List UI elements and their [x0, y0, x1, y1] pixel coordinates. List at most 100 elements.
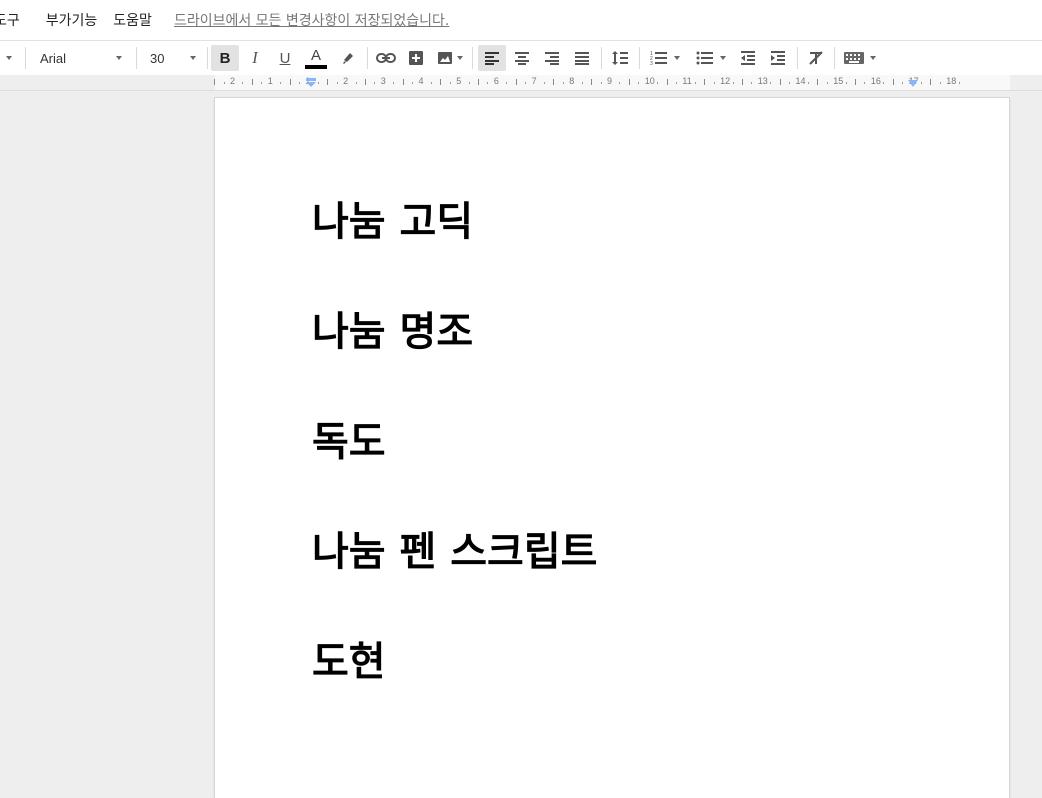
underline-icon: U: [279, 49, 291, 67]
ruler-tick: [251, 79, 253, 85]
ruler-number: 8: [569, 76, 575, 86]
document-line[interactable]: 나눔 펜 스크립트: [312, 519, 597, 577]
ruler-minor-tick: [732, 82, 734, 84]
toolbar: Arial 30 B I U A 1 2 3: [0, 40, 1042, 76]
chevron-down-icon: [457, 56, 463, 60]
decrease-indent-button[interactable]: [734, 45, 762, 71]
ruler-number: 16: [870, 76, 881, 86]
image-icon: [438, 52, 452, 64]
ruler-tick: [628, 79, 630, 85]
ruler-minor-tick: [562, 82, 564, 84]
insert-image-dropdown[interactable]: [432, 45, 468, 71]
ruler-tick: [741, 79, 743, 85]
ruler-number: 9: [607, 76, 613, 86]
ruler-tick: [440, 79, 442, 85]
increase-indent-button[interactable]: [764, 45, 792, 71]
numbered-list-dropdown[interactable]: 1 2 3: [644, 45, 686, 71]
input-tools-dropdown[interactable]: [839, 45, 881, 71]
insert-link-button[interactable]: [372, 45, 400, 71]
ruler-number: 10: [644, 76, 655, 86]
clear-formatting-button[interactable]: [802, 45, 830, 71]
align-right-icon: [545, 52, 559, 65]
font-family-dropdown[interactable]: Arial: [34, 45, 128, 71]
ruler-number: 2: [343, 76, 349, 86]
toolbar-divider: [639, 47, 640, 69]
document-line[interactable]: 나눔 명조: [312, 299, 473, 357]
ruler-minor-tick: [921, 82, 923, 84]
ruler-tick: [855, 79, 857, 85]
ruler-tick: [704, 79, 706, 85]
ruler-tick: [364, 79, 366, 85]
ruler-number: 13: [757, 76, 768, 86]
menu-addons[interactable]: 부가기능: [38, 10, 106, 30]
ruler-minor-tick: [280, 82, 282, 84]
ruler-minor-tick: [770, 82, 772, 84]
ruler-minor-tick: [487, 82, 489, 84]
text-color-icon: A: [310, 46, 321, 64]
left-indent-marker-icon[interactable]: [304, 78, 318, 88]
justify-icon: [575, 52, 589, 65]
ruler-number: 12: [720, 76, 731, 86]
align-left-icon: [485, 52, 499, 65]
ruler-minor-tick: [393, 82, 395, 84]
bulleted-list-icon: [696, 51, 713, 65]
ruler-tick: [553, 79, 555, 85]
ruler-number: 1: [267, 76, 273, 86]
highlight-color-button[interactable]: [334, 45, 362, 71]
ruler-tick: [214, 79, 216, 85]
ruler-tick: [327, 79, 329, 85]
ruler-number: 18: [946, 76, 957, 86]
save-status-link[interactable]: 드라이브에서 모든 변경사항이 저장되었습니다.: [174, 10, 449, 30]
svg-text:3: 3: [650, 61, 653, 66]
ruler-tick: [515, 79, 517, 85]
ruler-minor-tick: [657, 82, 659, 84]
bold-button[interactable]: B: [211, 45, 239, 71]
right-indent-marker-icon[interactable]: [906, 79, 920, 88]
bulleted-list-dropdown[interactable]: [690, 45, 732, 71]
ruler-minor-tick: [619, 82, 621, 84]
document-page[interactable]: 나눔 고딕 나눔 명조 독도 나눔 펜 스크립트 도현: [215, 98, 1009, 798]
chevron-down-icon: [720, 56, 726, 60]
horizontal-ruler[interactable]: 21123456789101112131415161718: [0, 75, 1042, 91]
ruler-minor-tick: [713, 82, 715, 84]
ruler-minor-tick: [412, 82, 414, 84]
ruler-number: 15: [833, 76, 844, 86]
align-center-button[interactable]: [508, 45, 536, 71]
toolbar-divider: [25, 47, 26, 69]
chevron-down-icon: [190, 56, 196, 60]
ruler-tick: [591, 79, 593, 85]
document-line[interactable]: 독도: [312, 409, 386, 467]
text-color-button[interactable]: A: [302, 45, 330, 71]
ruler-minor-tick: [525, 82, 527, 84]
italic-button[interactable]: I: [241, 45, 269, 71]
align-left-button[interactable]: [478, 45, 506, 71]
add-comment-button[interactable]: [402, 45, 430, 71]
ruler-minor-tick: [223, 82, 225, 84]
styles-dropdown[interactable]: [2, 45, 16, 71]
numbered-list-icon: 1 2 3: [650, 51, 667, 66]
ruler-minor-tick: [638, 82, 640, 84]
ruler-minor-tick: [694, 82, 696, 84]
increase-indent-icon: [771, 51, 785, 65]
ruler-minor-tick: [506, 82, 508, 84]
ruler-tick: [289, 79, 291, 85]
toolbar-divider: [367, 47, 368, 69]
italic-icon: I: [252, 48, 258, 67]
underline-button[interactable]: U: [271, 45, 299, 71]
menu-help[interactable]: 도움말: [105, 10, 160, 30]
justify-button[interactable]: [568, 45, 596, 71]
chevron-down-icon: [6, 56, 12, 60]
align-right-button[interactable]: [538, 45, 566, 71]
menu-bar: 도구 부가기능 도움말 드라이브에서 모든 변경사항이 저장되었습니다.: [0, 0, 1042, 40]
line-spacing-button[interactable]: [606, 45, 634, 71]
ruler-minor-tick: [242, 82, 244, 84]
font-size-dropdown[interactable]: 30: [144, 45, 202, 71]
ruler-minor-tick: [600, 82, 602, 84]
link-icon: [376, 53, 396, 63]
document-line[interactable]: 나눔 고딕: [312, 189, 473, 247]
toolbar-divider: [472, 47, 473, 69]
document-line[interactable]: 도현: [312, 629, 386, 687]
menu-tools[interactable]: 도구: [0, 10, 28, 30]
ruler-minor-tick: [544, 82, 546, 84]
ruler-minor-tick: [581, 82, 583, 84]
